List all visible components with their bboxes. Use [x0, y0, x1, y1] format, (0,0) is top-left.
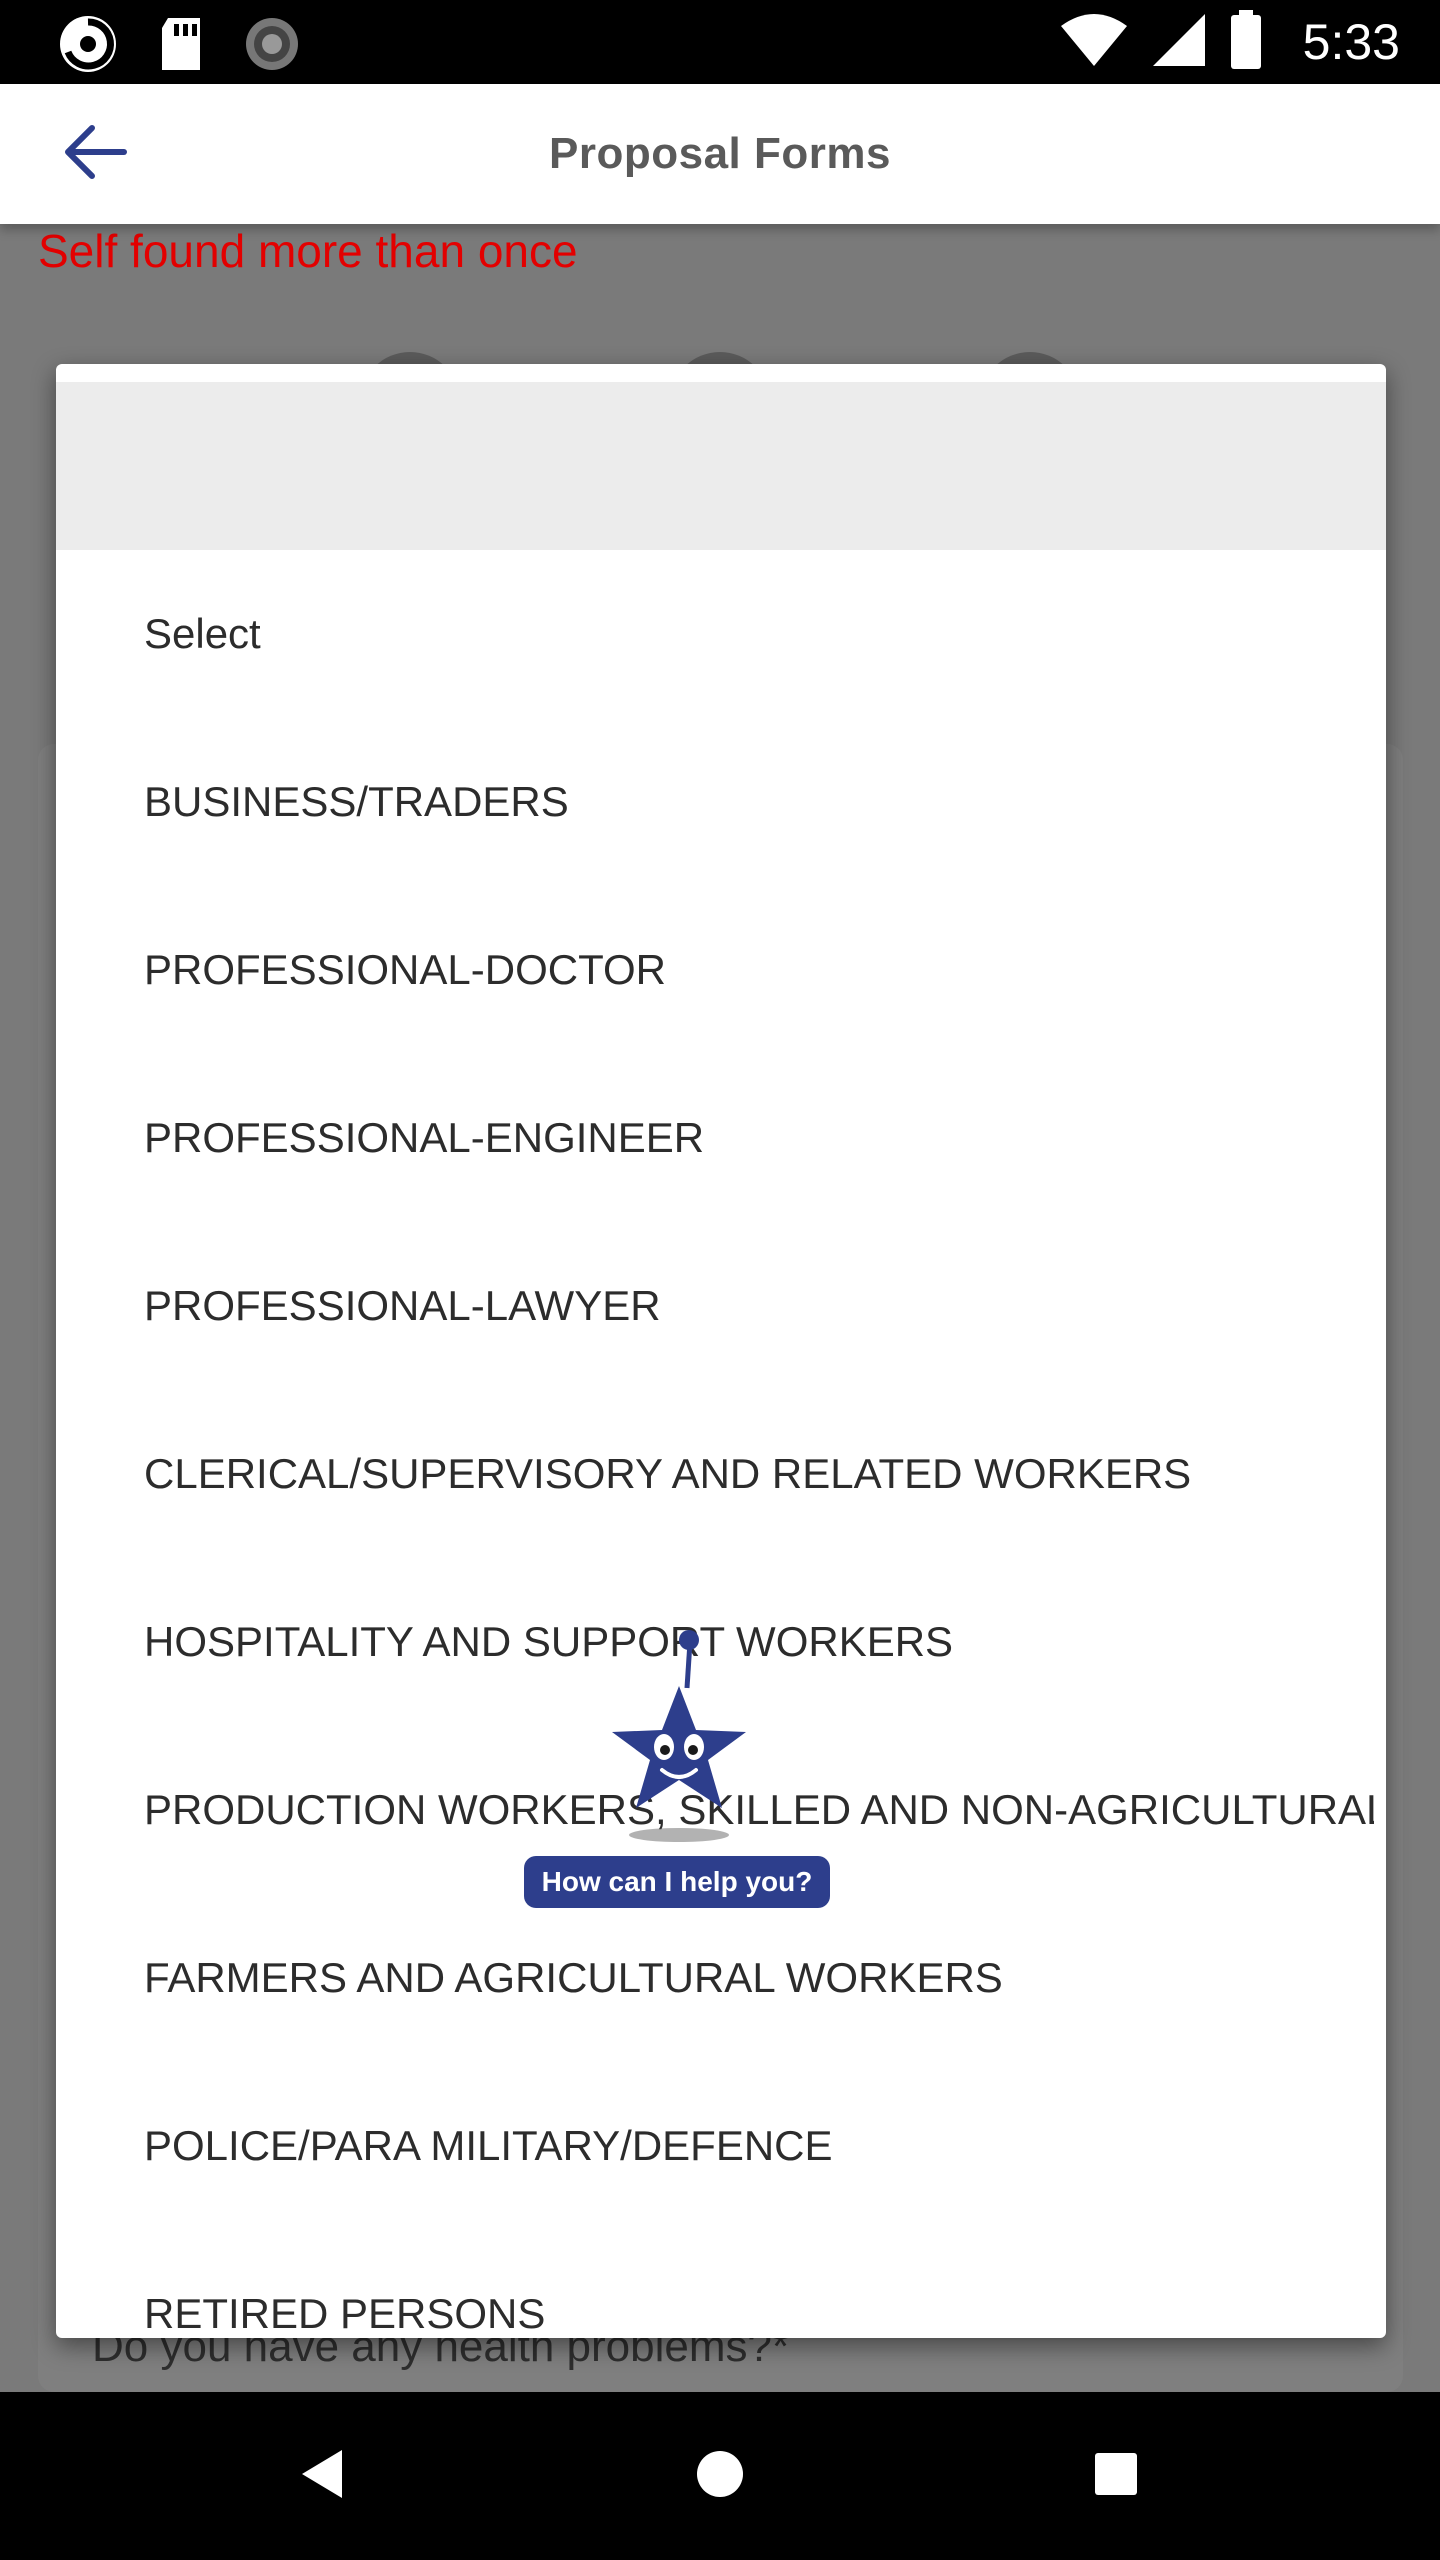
dropdown-header: [56, 382, 1386, 550]
cell-signal-icon: [1151, 12, 1207, 73]
arrow-left-icon: [64, 124, 128, 185]
dropdown-option-farmers-agricultural[interactable]: FARMERS AND AGRICULTURAL WORKERS: [56, 1894, 1374, 2062]
error-message: Self found more than once: [38, 225, 578, 277]
sd-card-icon: [156, 14, 206, 79]
status-bar: 5:33: [0, 0, 1440, 84]
dropdown-option-retired-persons[interactable]: RETIRED PERSONS: [56, 2230, 1374, 2338]
system-nav-bar: [0, 2392, 1440, 2560]
dropdown-option-professional-engineer[interactable]: PROFESSIONAL-ENGINEER: [56, 1054, 1374, 1222]
status-time: 5:33: [1302, 14, 1400, 70]
recents-square-icon: [1093, 2451, 1139, 2502]
dropdown-option-business-traders[interactable]: BUSINESS/TRADERS: [56, 718, 1374, 886]
status-bar-left: [56, 12, 302, 81]
back-button[interactable]: [48, 114, 144, 194]
battery-icon: [1229, 9, 1263, 75]
app-bar: Proposal Forms: [0, 84, 1440, 224]
nav-recents-button[interactable]: [1076, 2436, 1156, 2516]
dropdown-option-professional-lawyer[interactable]: PROFESSIONAL-LAWYER: [56, 1222, 1374, 1390]
dropdown-option-police-military-defence[interactable]: POLICE/PARA MILITARY/DEFENCE: [56, 2062, 1374, 2230]
dropdown-option-select[interactable]: Select: [56, 550, 1374, 718]
dropdown-option-professional-doctor[interactable]: PROFESSIONAL-DOCTOR: [56, 886, 1374, 1054]
sync-app-icon: [56, 12, 120, 81]
dropdown-option-clerical-supervisory[interactable]: CLERICAL/SUPERVISORY AND RELATED WORKERS: [56, 1390, 1374, 1558]
nav-home-button[interactable]: [680, 2436, 760, 2516]
options-list: Select BUSINESS/TRADERS PROFESSIONAL-DOC…: [56, 550, 1386, 2338]
wifi-icon: [1059, 12, 1129, 73]
chatbot-button[interactable]: How can I help you?: [524, 1622, 834, 1912]
chatbot-label: How can I help you?: [524, 1856, 830, 1908]
home-circle-icon: [694, 2448, 746, 2505]
loading-icon: [242, 14, 302, 79]
back-triangle-icon: [298, 2448, 346, 2505]
occupation-dropdown-list[interactable]: Select BUSINESS/TRADERS PROFESSIONAL-DOC…: [56, 364, 1386, 2338]
page-title: Proposal Forms: [549, 129, 891, 178]
nav-back-button[interactable]: [282, 2436, 362, 2516]
status-bar-right: 5:33: [1059, 0, 1400, 84]
